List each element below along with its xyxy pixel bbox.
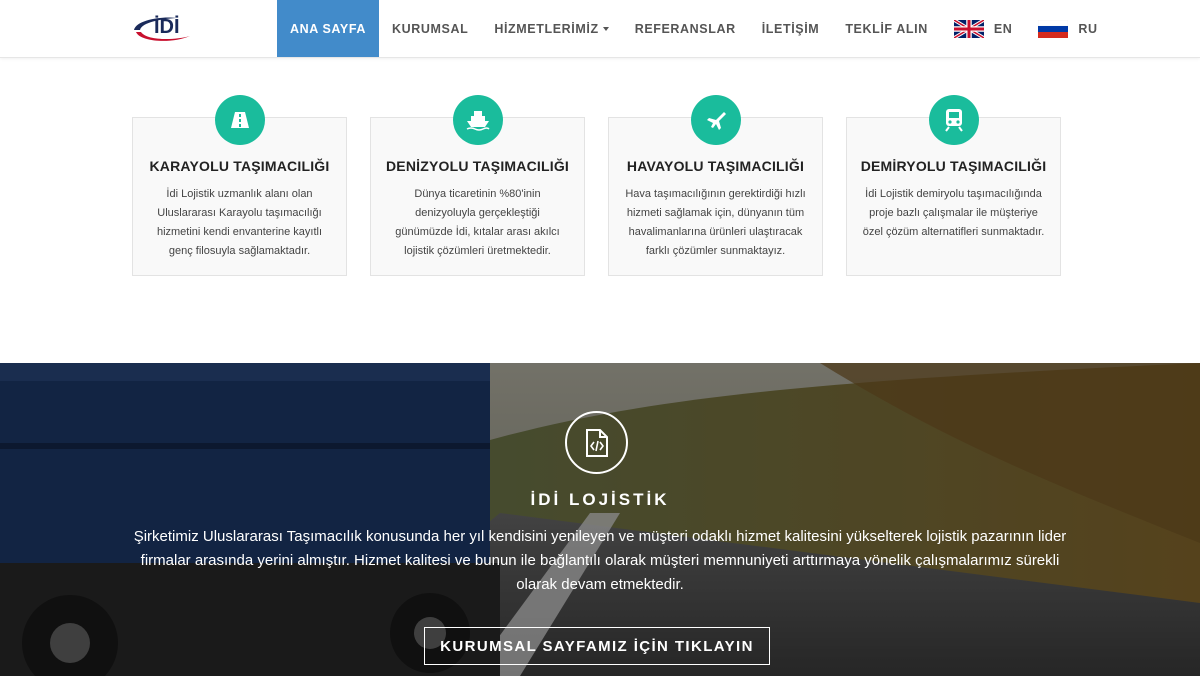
nav-item-referanslar[interactable]: REFERANSLAR — [622, 0, 749, 57]
service-card-karayolu[interactable]: KARAYOLU TAŞIMACILIĞI İdi Lojistik uzman… — [132, 95, 347, 276]
language-ru[interactable]: RU — [1025, 0, 1110, 57]
service-description: İdi Lojistik uzmanlık alanı olan Uluslar… — [156, 188, 323, 257]
hero-title: İDİ LOJİSTİK — [530, 490, 670, 509]
russia-flag-icon — [1038, 19, 1069, 38]
nav-item-kurumsal[interactable]: KURUMSAL — [379, 0, 481, 57]
main-nav: ANA SAYFA KURUMSAL HİZMETLERİMİZ REFERAN… — [277, 0, 1111, 57]
nav-item-ana-sayfa[interactable]: ANA SAYFA — [277, 0, 380, 57]
nav-item-hizmetlerimiz-label: HİZMETLERİMİZ — [494, 21, 599, 36]
service-description: Hava taşımacılığının gerektirdiği hızlı … — [625, 188, 806, 257]
logo-text: İDİ — [154, 15, 180, 38]
service-title: DENİZYOLU TAŞIMACILIĞI — [385, 158, 570, 174]
idi-logo[interactable]: İDİ — [132, 8, 200, 46]
nav-item-hizmetlerimiz[interactable]: HİZMETLERİMİZ — [481, 0, 621, 57]
language-en-label: EN — [993, 21, 1013, 36]
hero-section: İDİ LOJİSTİK Şirketimiz Uluslararası Taş… — [0, 363, 1200, 676]
chevron-down-icon — [602, 26, 609, 31]
language-ru-label: RU — [1078, 21, 1098, 36]
service-title: KARAYOLU TAŞIMACILIĞI — [149, 158, 330, 174]
service-description: İdi Lojistik demiryolu taşımacılığında p… — [862, 188, 1045, 238]
nav-item-iletisim[interactable]: İLETİŞİM — [749, 0, 833, 57]
service-card-denizyolu[interactable]: DENİZYOLU TAŞIMACILIĞI Dünya ticaretinin… — [370, 95, 585, 276]
language-en[interactable]: EN — [941, 0, 1026, 57]
uk-flag-icon — [953, 19, 984, 38]
service-card-demiryolu[interactable]: DEMİRYOLU TAŞIMACILIĞI İdi Lojistik demi… — [846, 95, 1061, 276]
road-icon — [214, 95, 265, 145]
corporate-page-button[interactable]: KURUMSAL SAYFAMIZ İÇİN TIKLAYIN — [424, 627, 770, 665]
code-file-icon — [565, 411, 628, 474]
navbar: İDİ ANA SAYFA KURUMSAL HİZMETLERİMİZ REF… — [0, 0, 1200, 58]
service-title: HAVAYOLU TAŞIMACILIĞI — [626, 158, 805, 174]
plane-icon — [690, 95, 741, 145]
nav-item-teklif-alin[interactable]: TEKLİF ALIN — [832, 0, 941, 57]
service-description: Dünya ticaretinin %80'inin denizyoluyla … — [395, 188, 560, 257]
service-card-havayolu[interactable]: HAVAYOLU TAŞIMACILIĞI Hava taşımacılığın… — [608, 95, 823, 276]
hero-description: Şirketimiz Uluslararası Taşımacılık konu… — [133, 528, 1067, 593]
ship-icon — [452, 95, 503, 145]
service-title: DEMİRYOLU TAŞIMACILIĞI — [860, 158, 1047, 174]
train-icon — [928, 95, 979, 145]
